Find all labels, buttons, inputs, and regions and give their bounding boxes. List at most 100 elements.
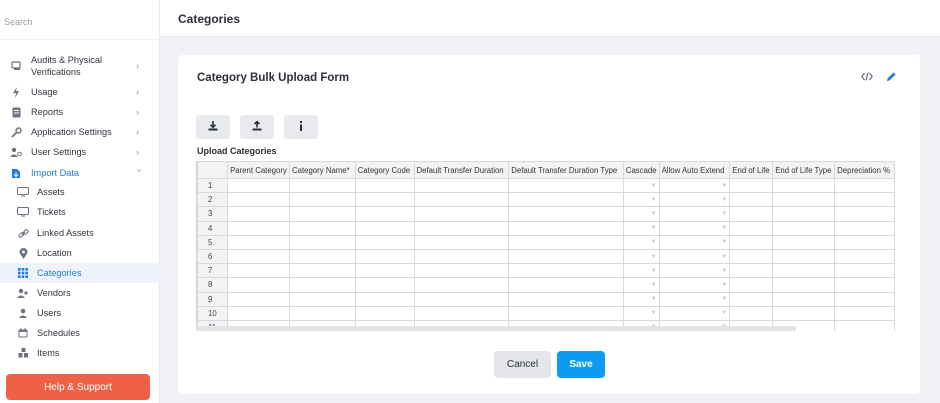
table-cell[interactable] [289,192,356,208]
table-cell[interactable] [772,291,836,307]
table-cell[interactable] [413,248,510,265]
table-cell[interactable] [227,263,291,279]
dropdown-cell[interactable]: ▼ [658,263,731,279]
table-cell[interactable] [413,305,510,321]
table-cell[interactable] [508,248,624,265]
table-cell[interactable] [227,277,291,293]
table-cell[interactable] [508,263,624,279]
sidebar-item-usage[interactable]: Usage › [0,85,160,99]
dropdown-cell[interactable]: ▼ [622,305,660,321]
table-cell[interactable] [354,277,415,293]
table-cell[interactable] [289,248,356,265]
dropdown-cell[interactable]: ▼ [622,220,660,236]
table-cell[interactable] [227,192,291,208]
table-cell[interactable] [289,277,356,293]
table-cell[interactable] [289,220,356,236]
sidebar-item-audits[interactable]: Audits & Physical Verifications › [0,53,160,79]
info-button[interactable] [284,115,318,139]
table-cell[interactable] [508,192,624,208]
sidebar-item-assets[interactable]: Assets [0,185,160,199]
column-header[interactable]: Default Transfer Duration [413,161,510,179]
dropdown-cell[interactable]: ▼ [622,234,660,250]
help-support-button[interactable]: Help & Support [6,374,150,400]
table-cell[interactable] [289,263,356,279]
table-cell[interactable] [289,206,356,222]
pencil-icon[interactable] [884,69,898,83]
table-cell[interactable] [354,206,415,222]
table-cell[interactable] [834,248,895,265]
upload-button[interactable] [240,115,274,139]
column-header[interactable]: Parent Category [227,161,291,179]
table-cell[interactable] [354,177,415,194]
table-cell[interactable] [413,234,510,250]
table-cell[interactable] [227,305,291,321]
table-cell[interactable] [834,206,895,222]
table-cell[interactable] [413,263,510,279]
sidebar-item-user-settings[interactable]: User Settings › [0,145,160,159]
table-cell[interactable] [354,192,415,208]
table-cell[interactable] [729,177,774,194]
table-cell[interactable] [354,234,415,250]
table-cell[interactable] [354,263,415,279]
dropdown-cell[interactable]: ▼ [658,305,731,321]
cancel-button[interactable]: Cancel [494,351,551,378]
sidebar-item-users[interactable]: Users [0,306,160,320]
table-cell[interactable] [772,263,836,279]
sidebar-item-linked-assets[interactable]: Linked Assets [0,226,160,240]
dropdown-cell[interactable]: ▼ [658,177,731,194]
table-cell[interactable] [508,177,624,194]
table-cell[interactable] [289,291,356,307]
table-cell[interactable] [772,277,836,293]
table-cell[interactable] [772,220,836,236]
table-cell[interactable] [354,248,415,265]
table-cell[interactable] [834,177,895,194]
column-header[interactable]: End of Life Type [772,161,836,179]
table-cell[interactable] [227,248,291,265]
dropdown-cell[interactable]: ▼ [622,206,660,222]
table-cell[interactable] [354,305,415,321]
column-header[interactable]: Allow Auto Extend [658,161,731,179]
table-cell[interactable] [354,291,415,307]
table-cell[interactable] [354,220,415,236]
download-button[interactable] [196,115,230,139]
sidebar-item-items[interactable]: Items [0,346,160,360]
table-cell[interactable] [413,277,510,293]
code-icon[interactable] [860,69,874,83]
table-cell[interactable] [729,220,774,236]
sidebar-item-tickets[interactable]: Tickets [0,205,160,219]
table-cell[interactable] [508,220,624,236]
table-cell[interactable] [772,248,836,265]
table-cell[interactable] [729,206,774,222]
dropdown-cell[interactable]: ▼ [658,220,731,236]
table-cell[interactable] [772,305,836,321]
column-header[interactable]: Category Code [354,161,415,179]
dropdown-cell[interactable]: ▼ [622,192,660,208]
dropdown-cell[interactable]: ▼ [658,192,731,208]
sidebar-item-reports[interactable]: Reports › [0,105,160,119]
column-header[interactable]: Cascade [622,161,660,179]
horizontal-scrollbar[interactable] [196,326,796,331]
table-cell[interactable] [834,192,895,208]
sidebar-item-categories[interactable]: Categories [0,263,160,283]
table-cell[interactable] [508,206,624,222]
sidebar-item-location[interactable]: Location [0,246,160,260]
table-cell[interactable] [413,177,510,194]
dropdown-cell[interactable]: ▼ [658,234,731,250]
table-cell[interactable] [508,277,624,293]
column-header[interactable]: Depreciation % [834,161,895,179]
table-cell[interactable] [413,220,510,236]
sidebar-item-application-settings[interactable]: Application Settings › [0,125,160,139]
dropdown-cell[interactable]: ▼ [622,248,660,265]
dropdown-cell[interactable]: ▼ [622,277,660,293]
table-cell[interactable] [227,220,291,236]
table-cell[interactable] [729,305,774,321]
dropdown-cell[interactable]: ▼ [658,248,731,265]
column-header[interactable]: End of Life [729,161,774,179]
dropdown-cell[interactable]: ▼ [622,291,660,307]
table-cell[interactable] [772,177,836,194]
table-cell[interactable] [834,277,895,293]
table-cell[interactable] [772,206,836,222]
sidebar-item-schedules[interactable]: Schedules [0,326,160,340]
table-cell[interactable] [729,234,774,250]
table-cell[interactable] [729,192,774,208]
